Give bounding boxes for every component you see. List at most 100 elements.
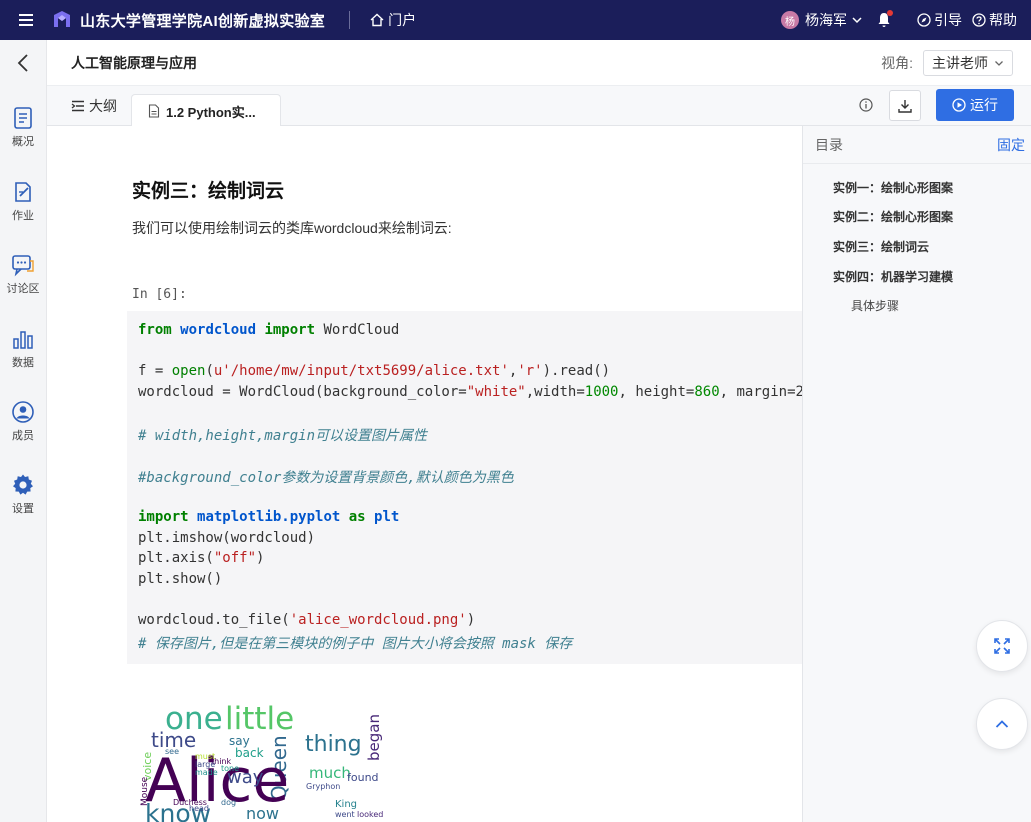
section-description: 我们可以使用绘制词云的类库wordcloud来绘制词云:	[132, 220, 452, 236]
guide-label: 引导	[934, 12, 962, 28]
logo-icon	[54, 11, 70, 27]
code-line: f = open(u'/home/mw/input/txt5699/alice.…	[138, 363, 611, 379]
expand-icon	[994, 638, 1010, 654]
run-button[interactable]: 运行	[936, 89, 1014, 121]
toc-item[interactable]: 实例四：机器学习建模	[833, 268, 953, 285]
chevron-left-icon	[17, 54, 28, 72]
run-label: 运行	[970, 97, 998, 113]
wc-word: voice	[141, 752, 154, 781]
tab-outline-label: 大纲	[89, 98, 117, 114]
wc-word: much	[309, 764, 351, 782]
notebook-content: 实例三：绘制词云 我们可以使用绘制词云的类库wordcloud来绘制词云: In…	[47, 126, 802, 822]
section-title: 实例三：绘制词云	[132, 181, 285, 202]
code-line: import matplotlib.pyplot as plt	[138, 509, 400, 525]
wc-word: large	[195, 760, 215, 769]
course-header: 人工智能原理与应用 视角: 主讲老师	[47, 40, 1031, 86]
sidebar-item-label: 概况	[12, 136, 34, 148]
wc-word: now	[246, 804, 279, 822]
chevron-down-icon	[995, 60, 1003, 66]
sidebar-item-label: 成员	[12, 430, 34, 442]
wc-word: thing	[305, 732, 362, 757]
avatar[interactable]: 杨	[781, 11, 799, 29]
toc-item[interactable]: 实例一：绘制心形图案	[833, 179, 953, 196]
code-line: plt.imshow(wordcloud)	[138, 530, 316, 546]
code-line: wordcloud.to_file('alice_wordcloud.png')	[138, 612, 476, 628]
code-cell[interactable]: from wordcloud import WordCloud f = open…	[127, 311, 802, 664]
wc-word: tone	[221, 764, 239, 773]
portal-link[interactable]: 门户	[370, 10, 416, 30]
view-select[interactable]: 主讲老师	[923, 49, 1013, 76]
download-button[interactable]	[889, 90, 921, 121]
sidebar-item-assignment[interactable]: 作业	[0, 180, 46, 223]
settings-icon	[13, 474, 33, 495]
play-icon	[952, 98, 966, 112]
chevron-up-icon	[995, 720, 1009, 728]
toc-subitem[interactable]: 具体步骤	[851, 297, 899, 314]
sidebar-item-label: 作业	[12, 210, 34, 222]
wc-word: Mouse	[140, 776, 150, 806]
members-icon	[12, 401, 34, 423]
tab-file[interactable]: 1.2 Python实...	[131, 94, 281, 127]
back-to-top-button[interactable]	[976, 698, 1028, 750]
sidebar-item-data[interactable]: 数据	[0, 327, 46, 370]
guide-link[interactable]: 引导	[917, 10, 962, 30]
sidebar-item-settings[interactable]: 设置	[0, 473, 46, 516]
wc-word: found	[347, 771, 379, 784]
help-link[interactable]: 帮助	[972, 10, 1017, 30]
wc-word: King	[335, 799, 357, 810]
help-label: 帮助	[989, 12, 1017, 28]
tabs-row: 大纲 1.2 Python实... 运行	[47, 86, 1031, 127]
fullscreen-button[interactable]	[976, 620, 1028, 672]
notification-button[interactable]	[877, 10, 893, 28]
sidebar-item-label: 设置	[12, 503, 34, 515]
sidebar-item-label: 讨论区	[6, 283, 40, 295]
data-icon	[13, 331, 33, 349]
course-title: 人工智能原理与应用	[71, 54, 197, 71]
overview-icon	[14, 107, 32, 129]
toc-item[interactable]: 实例三：绘制词云	[833, 238, 929, 255]
chevron-down-icon[interactable]	[851, 14, 863, 26]
info-icon[interactable]	[859, 98, 873, 112]
sidebar-item-label: 数据	[12, 357, 34, 369]
notification-dot	[887, 10, 893, 16]
wc-word: Gryphon	[306, 782, 340, 791]
app-title: 山东大学管理学院AI创新虚拟实验室	[80, 12, 326, 30]
wc-word: must	[195, 752, 215, 761]
tab-file-label: 1.2 Python实...	[166, 104, 256, 120]
wc-word: looked	[357, 810, 383, 819]
tab-outline[interactable]: 大纲	[71, 96, 117, 116]
view-value: 主讲老师	[932, 54, 988, 71]
home-icon	[370, 13, 384, 27]
divider	[349, 11, 351, 29]
portal-label: 门户	[388, 12, 417, 28]
wc-word: see	[165, 747, 179, 756]
toc-title: 目录	[815, 136, 843, 153]
assignment-icon	[15, 182, 31, 202]
sidebar-item-discussion[interactable]: 讨论区	[0, 253, 46, 296]
code-comment: # width,height,margin可以设置图片属性	[138, 428, 428, 444]
cell-prompt: In [6]:	[132, 287, 187, 302]
code-comment: # 保存图片,但是在第三模块的例子中 图片大小将会按照 mask 保存	[138, 636, 573, 652]
view-switcher: 视角: 主讲老师	[881, 49, 1013, 76]
toc-item[interactable]: 实例二：绘制心形图案	[833, 208, 953, 225]
code-line: from wordcloud import WordCloud	[138, 322, 400, 338]
outline-icon	[71, 100, 84, 112]
file-icon	[148, 104, 160, 118]
left-sidebar: 概况 作业 讨论区 数据 成员 设置	[0, 40, 47, 822]
sidebar-item-overview[interactable]: 概况	[0, 106, 46, 149]
sidebar-item-members[interactable]: 成员	[0, 400, 46, 443]
code-line: plt.axis("off")	[138, 550, 265, 566]
code-line: plt.show()	[138, 571, 223, 587]
code-line: wordcloud = WordCloud(background_color="…	[138, 384, 802, 400]
menu-icon[interactable]	[0, 0, 52, 40]
top-bar: 山东大学管理学院AI创新虚拟实验室 门户 杨 杨海军 引导 帮助	[0, 0, 1031, 40]
back-button[interactable]	[0, 40, 46, 86]
wc-word: dog	[221, 798, 236, 807]
wordcloud-image: one little time say thing began back Que…	[139, 701, 387, 822]
toc-header: 目录 固定	[803, 126, 1031, 164]
username[interactable]: 杨海军	[805, 10, 847, 30]
toc-pin-button[interactable]: 固定	[997, 135, 1025, 155]
wc-word: little	[225, 701, 294, 737]
view-label: 视角:	[881, 54, 913, 71]
help-icon	[972, 13, 986, 27]
